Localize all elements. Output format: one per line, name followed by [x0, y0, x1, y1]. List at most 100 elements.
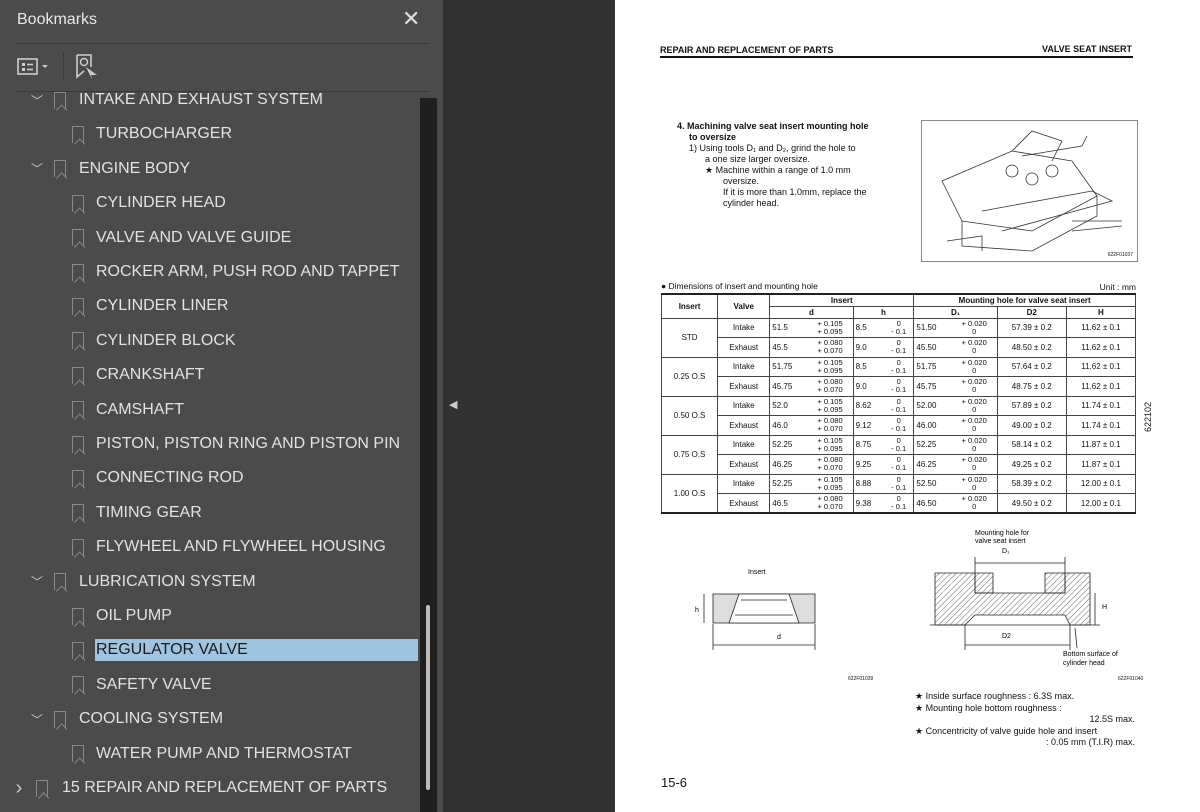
table-row: Exhaust 46.25 + 0.080 + 0.070 9.25 0- 0.1 46.2…: [662, 454, 1137, 475]
D1-value: 52.00: [913, 395, 952, 416]
d-label: d: [777, 634, 781, 641]
note: ★ Mounting hole bottom roughness :: [915, 702, 1062, 713]
scrollbar[interactable]: [420, 98, 437, 812]
bookmark-label: ROCKER ARM, PUSH ROD AND TAPPET: [96, 263, 400, 280]
fig-label: Mounting hole for: [975, 530, 1030, 537]
bookmarks-panel: Bookmarks ✕ ﹀ INTAKE AND EXHAUST SYSTEM TU…: [0, 0, 443, 812]
tol-lower: 0: [972, 463, 977, 473]
collapse-panel-arrow-icon[interactable]: ◀: [449, 398, 457, 411]
D2-value: 49.00 ± 0.2: [996, 415, 1067, 436]
tol-lower: - 0.1: [891, 443, 907, 453]
D1-value: 46.25: [913, 454, 952, 475]
note: oversize.: [723, 176, 760, 186]
bookmark-item[interactable]: ﹀ INTAKE AND EXHAUST SYSTEM: [0, 92, 420, 117]
d-value: 46.5: [769, 493, 808, 514]
bookmark-item[interactable]: WATER PUMP AND THERMOSTAT: [0, 737, 420, 771]
bookmark-icon: [72, 332, 84, 350]
tol-lower: - 0.1: [891, 482, 907, 492]
bookmark-item[interactable]: TIMING GEAR: [0, 496, 420, 530]
insert-size: 0.50 O.S: [660, 395, 719, 436]
bookmark-label: CONNECTING ROD: [96, 469, 244, 487]
D1-tolerance: + 0.020 0: [951, 317, 998, 338]
chevron-down-icon[interactable]: ﹀: [31, 573, 43, 590]
valve-cell: Exhaust: [717, 376, 771, 397]
chevron-right-icon[interactable]: ›: [13, 777, 25, 800]
bookmark-icon: [72, 229, 84, 247]
D2-value: 57.89 ± 0.2: [996, 395, 1067, 416]
tol-lower: - 0.1: [891, 424, 907, 434]
col-insert: Insert: [660, 293, 719, 319]
bookmark-item[interactable]: REGULATOR VALVE: [0, 633, 420, 667]
bookmark-item[interactable]: ﹀ COOLING SYSTEM: [0, 702, 420, 736]
H-value: 11.62 ± 0.1: [1065, 317, 1137, 338]
bookmark-item[interactable]: OIL PUMP: [0, 599, 420, 633]
bookmark-label: CYLINDER HEAD: [96, 194, 226, 212]
D1-tolerance: + 0.020 0: [951, 493, 998, 514]
tol-lower: 0: [972, 404, 977, 414]
h-value: 9.0: [852, 337, 884, 358]
bookmark-item[interactable]: VALVE AND VALVE GUIDE: [0, 221, 420, 255]
tol-lower: 0: [972, 502, 977, 511]
tol-lower: + 0.070: [817, 346, 843, 356]
bookmark-item[interactable]: ﹀ ENGINE BODY: [0, 152, 420, 186]
bookmark-item[interactable]: CYLINDER HEAD: [0, 186, 420, 220]
chevron-down-icon[interactable]: ﹀: [31, 92, 43, 109]
machining-figure: 622F01037: [921, 120, 1138, 262]
bookmark-item[interactable]: ROCKER ARM, PUSH ROD AND TAPPET: [0, 255, 420, 289]
tol-lower: 0: [972, 424, 977, 434]
H-value: 11.87 ± 0.1: [1065, 434, 1137, 455]
unit-label: Unit : mm: [1099, 282, 1136, 292]
bookmark-item[interactable]: FLYWHEEL AND FLYWHEEL HOUSING: [0, 530, 420, 564]
bookmark-item[interactable]: PISTON, PISTON RING AND PISTON PIN: [0, 427, 420, 461]
find-current-bookmark-button[interactable]: [75, 53, 99, 86]
bookmark-icon: [72, 538, 84, 556]
find-current-bookmark-icon: [76, 54, 97, 79]
insert-size: 0.25 O.S: [660, 356, 719, 397]
table-row: 0.50 O.S Intake 52.0 + 0.105 + 0.095 8.62 0- 0…: [660, 395, 1137, 436]
d-value: 52.0: [769, 395, 808, 416]
bookmark-item[interactable]: ﹀ LUBRICATION SYSTEM: [0, 565, 420, 599]
chevron-down-icon[interactable]: ﹀: [31, 711, 43, 728]
table-row: 0.75 O.S Intake 52.25 + 0.105 + 0.095 8.75 0- …: [660, 434, 1137, 475]
valve-cell: Intake: [717, 473, 771, 494]
dimensions-table: Insert Valve Insert Mounting hole for valve…: [660, 293, 1137, 514]
close-icon[interactable]: ✕: [402, 6, 420, 32]
D2-value: 48.50 ± 0.2: [996, 337, 1067, 358]
H-value: 11.74 ± 0.1: [1065, 395, 1137, 416]
bottom-label: cylinder head: [1063, 660, 1105, 667]
bookmark-item[interactable]: SAFETY VALVE: [0, 668, 420, 702]
h-tolerance: 0- 0.1: [883, 376, 915, 397]
bookmark-label: COOLING SYSTEM: [79, 710, 224, 728]
D1-value: 45.75: [913, 376, 952, 397]
bookmark-item[interactable]: CONNECTING ROD: [0, 461, 420, 495]
D1-value: 51.75: [913, 356, 952, 377]
bookmark-label: ENGINE BODY: [79, 159, 191, 177]
bookmark-item[interactable]: CRANKSHAFT: [0, 358, 420, 392]
bookmark-options-button[interactable]: [17, 56, 51, 83]
step-1: 1) Using tools D₁ and D₂, grind the hole…: [689, 143, 856, 153]
d-value: 46.0: [769, 415, 808, 436]
bookmark-item[interactable]: › 15 REPAIR AND REPLACEMENT OF PARTS: [0, 771, 420, 805]
tol-lower: + 0.070: [817, 385, 843, 395]
note: If it is more than 1.0mm, replace the: [723, 187, 867, 197]
bookmark-label: TIMING GEAR: [96, 503, 202, 521]
bookmark-icon: [72, 676, 84, 694]
D1-tolerance: + 0.020 0: [951, 395, 998, 416]
tol-lower: + 0.070: [817, 424, 843, 434]
col-mount-group: Mounting hole for valve seat insert: [913, 293, 1136, 307]
bookmark-item[interactable]: CAMSHAFT: [0, 393, 420, 427]
D1-tolerance: + 0.020 0: [951, 434, 998, 455]
header-rule: [660, 56, 1133, 58]
step-title: 4. Machining valve seat insert mounting …: [677, 121, 869, 131]
bookmark-icon: [72, 297, 84, 315]
figure-code: 622F01040: [1118, 676, 1144, 682]
bookmark-item[interactable]: CYLINDER LINER: [0, 289, 420, 323]
h-value: 8.88: [852, 473, 884, 494]
bookmark-icon: [72, 469, 84, 487]
bookmark-item[interactable]: TURBOCHARGER: [0, 117, 420, 151]
d-value: 52.25: [769, 434, 808, 455]
chevron-down-icon[interactable]: ﹀: [31, 160, 43, 177]
scrollbar-thumb[interactable]: [426, 605, 430, 790]
bookmark-item[interactable]: CYLINDER BLOCK: [0, 324, 420, 358]
valve-cell: Intake: [717, 317, 771, 338]
